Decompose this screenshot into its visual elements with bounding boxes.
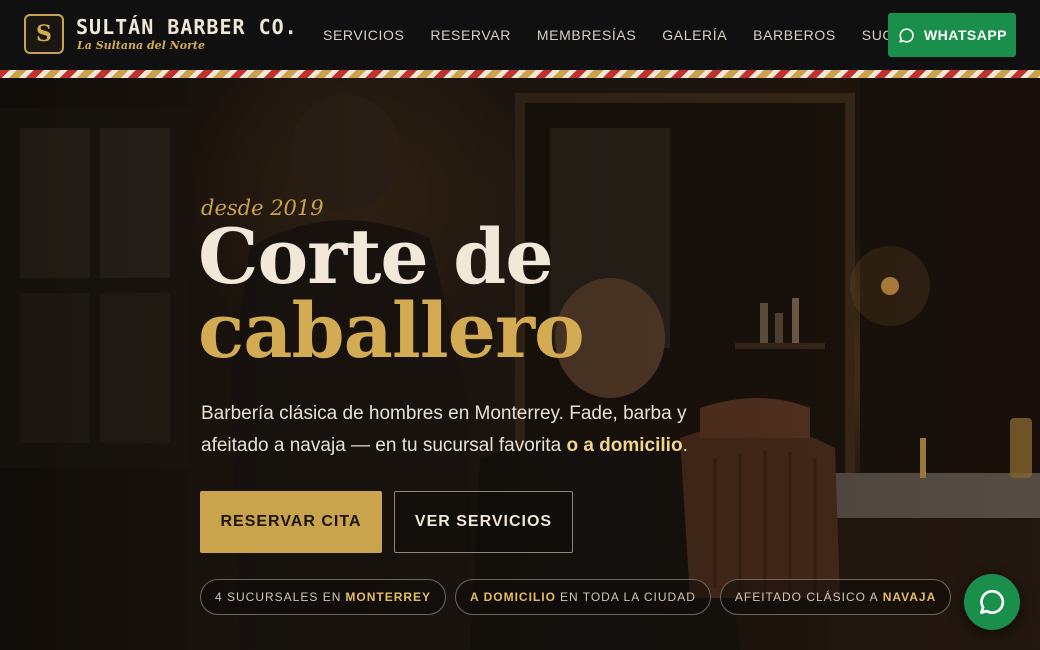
pill-razor-shave: AFEITADO CLÁSICO A NAVAJA	[719, 579, 952, 615]
whatsapp-button[interactable]: WHATSAPP	[888, 13, 1016, 57]
whatsapp-icon	[899, 27, 914, 43]
site-header: S SULTÁN BARBER CO. La Sultana del Norte…	[0, 0, 1040, 70]
nav-servicios[interactable]: SERVICIOS	[310, 27, 417, 43]
hero-lead: Barbería clásica de hombres en Monterrey…	[201, 398, 701, 462]
lead-highlight: o a domicilio	[566, 435, 683, 456]
whatsapp-icon	[980, 589, 1005, 614]
whatsapp-button-label: WHATSAPP	[923, 27, 1008, 43]
pill-home-service: A DOMICILIO EN TODA LA CIUDAD	[455, 579, 711, 615]
logo-letter: S	[36, 21, 52, 47]
barber-stripe-divider	[0, 70, 1040, 78]
feature-pills: 4 SUCURSALES EN MONTERREY A DOMICILIO EN T…	[200, 579, 952, 615]
nav-membresias[interactable]: MEMBRESÍAS	[524, 27, 649, 43]
nav-galeria[interactable]: GALERÍA	[649, 27, 740, 43]
main-nav: SERVICIOS RESERVAR MEMBRESÍAS GALERÍA BA…	[310, 0, 976, 70]
brand-name: SULTÁN BARBER CO.	[76, 15, 298, 39]
brand[interactable]: S SULTÁN BARBER CO. La Sultana del Norte	[24, 14, 298, 54]
logo: S	[24, 14, 64, 54]
headline-line-2: caballero	[198, 286, 585, 375]
reserve-appointment-button[interactable]: RESERVAR CITA	[200, 491, 382, 553]
pill-branches: 4 SUCURSALES EN MONTERREY	[200, 579, 447, 615]
nav-barberos[interactable]: BARBEROS	[740, 27, 849, 43]
view-services-button[interactable]: VER SERVICIOS	[394, 491, 573, 553]
brand-tagline: La Sultana del Norte	[77, 39, 205, 52]
hero-headline: Corte de caballero	[198, 212, 585, 375]
lead-end: .	[682, 435, 688, 456]
whatsapp-floating-button[interactable]	[964, 574, 1020, 630]
headline-line-1: Corte de	[198, 212, 554, 301]
nav-reservar[interactable]: RESERVAR	[417, 27, 524, 43]
